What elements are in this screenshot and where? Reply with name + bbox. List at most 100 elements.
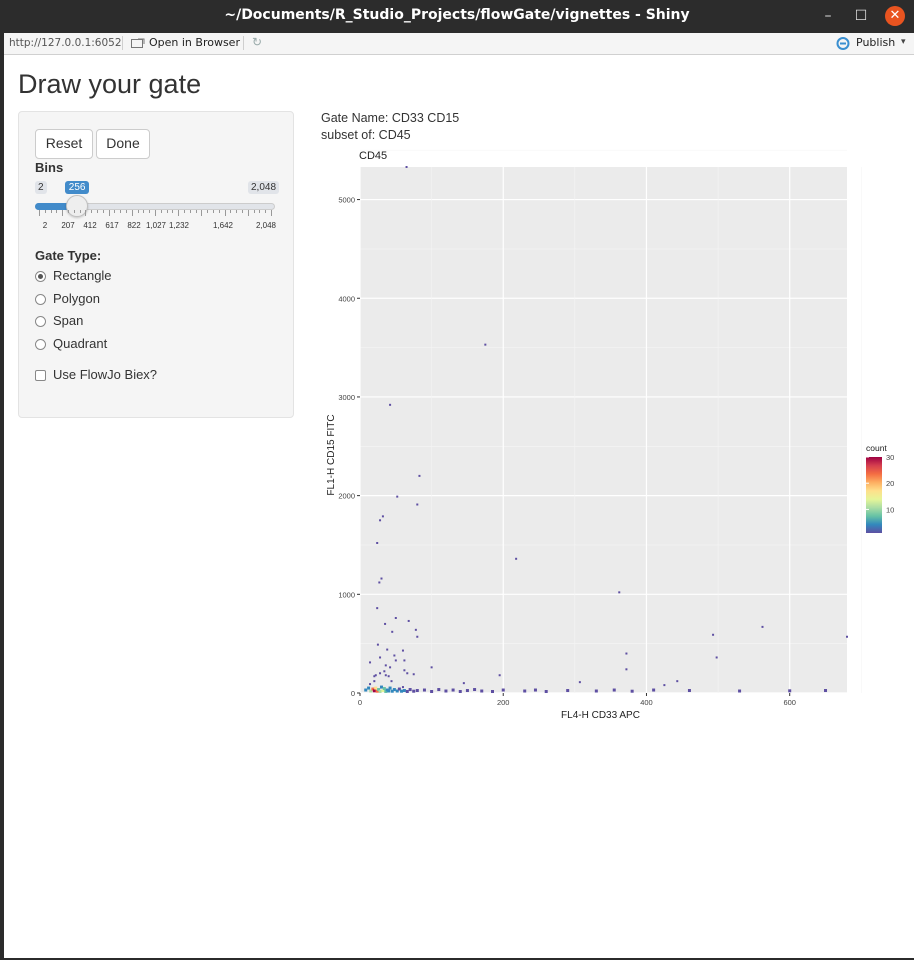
close-icon[interactable]: ✕	[885, 6, 905, 26]
data-point	[687, 689, 691, 693]
data-point	[523, 689, 527, 693]
biex-checkbox[interactable]	[35, 370, 46, 381]
data-point	[394, 659, 397, 662]
radio-label: Quadrant	[53, 336, 108, 351]
data-point	[408, 688, 412, 692]
data-point	[379, 656, 382, 659]
data-point	[415, 689, 419, 693]
slider-tick	[230, 210, 232, 213]
slider-tick	[242, 210, 243, 213]
bins-min-badge: 2	[35, 181, 47, 194]
data-point	[405, 166, 408, 168]
data-point	[384, 622, 387, 625]
data-point	[430, 666, 433, 669]
data-point	[788, 689, 792, 693]
bins-label: Bins	[35, 160, 64, 175]
slider-tick	[271, 210, 272, 216]
data-point	[391, 630, 394, 633]
chevron-down-icon[interactable]: ▾	[901, 36, 906, 47]
slider-tick	[85, 210, 87, 216]
slider-tick	[195, 210, 197, 213]
slider-tick	[160, 210, 162, 213]
slider-tick	[50, 210, 52, 213]
slider-tick	[114, 210, 116, 213]
x-axis-label: FL4-H CD33 APC	[561, 710, 640, 721]
data-point	[418, 474, 421, 477]
data-point	[373, 680, 376, 683]
gate-plot[interactable]: 0 1000 2000 3000 4000 5000 0 200 400 600 CD45 FL…	[320, 147, 900, 727]
x-axis-ticks: 0 200 400 600	[358, 693, 796, 707]
slider-tick	[166, 210, 168, 213]
data-point	[480, 689, 484, 693]
radio-button[interactable]	[35, 339, 46, 350]
slider-tick	[236, 210, 238, 213]
slider-tick-label: 1,642	[212, 221, 234, 230]
slider-tick	[155, 210, 156, 216]
window-title: ~/Documents/R_Studio_Projects/flowGate/v…	[224, 7, 690, 23]
legend-tick-label: 10	[886, 505, 894, 514]
plot-panel[interactable]	[360, 167, 847, 693]
data-point	[367, 686, 371, 690]
slider-tick-label: 2	[42, 221, 48, 230]
open-in-browser-link[interactable]: Open in Browser	[149, 36, 240, 49]
data-point	[444, 689, 448, 693]
slider-tick	[108, 210, 110, 216]
x-tick-label: 600	[783, 698, 796, 707]
slider-tick	[62, 210, 64, 216]
data-point	[407, 619, 410, 622]
slider-tick	[149, 210, 151, 213]
legend-tick-label: 30	[886, 453, 894, 462]
slider-tick	[73, 210, 75, 213]
slider-tick	[79, 210, 81, 213]
toolbar-divider	[122, 36, 123, 50]
slider-tick-label: 2,048	[255, 221, 277, 230]
y-tick-label: 4000	[338, 294, 355, 303]
maximize-icon[interactable]: ☐	[851, 6, 871, 26]
slider-tick	[137, 210, 139, 213]
data-point	[652, 688, 656, 692]
slider-tick	[253, 210, 255, 213]
minimize-icon[interactable]: –	[818, 6, 838, 26]
slider-tick	[265, 210, 267, 213]
slider-tick	[120, 210, 122, 213]
data-point	[403, 669, 406, 672]
data-point	[394, 616, 397, 619]
radio-button[interactable]	[35, 316, 46, 327]
data-point	[389, 666, 392, 669]
slider-tick	[131, 210, 133, 216]
data-point	[501, 688, 505, 692]
data-point	[396, 495, 399, 498]
slider-tick-label: 822	[127, 221, 141, 230]
slider-tick-label: 412	[83, 221, 97, 230]
url-text[interactable]: http://127.0.0.1:6052	[9, 37, 122, 49]
radio-button[interactable]	[35, 271, 46, 282]
data-point	[846, 635, 848, 638]
radio-button[interactable]	[35, 294, 46, 305]
slider-tick	[184, 210, 185, 213]
window-titlebar: ~/Documents/R_Studio_Projects/flowGate/v…	[0, 0, 914, 33]
data-point	[451, 688, 455, 692]
data-point	[379, 685, 383, 689]
open-browser-icon[interactable]	[131, 38, 145, 49]
data-point	[379, 519, 382, 522]
slider-tick-label: 207	[61, 221, 75, 230]
done-button[interactable]: Done	[96, 129, 150, 159]
data-point	[618, 591, 621, 594]
page-title: Draw your gate	[18, 69, 202, 99]
publish-icon[interactable]	[836, 37, 850, 50]
data-point	[393, 654, 396, 657]
data-point	[715, 656, 718, 659]
slider-tick	[218, 210, 220, 213]
slider-tick	[224, 210, 226, 216]
data-point	[387, 675, 390, 678]
reset-button[interactable]: Reset	[35, 129, 93, 159]
data-point	[422, 688, 426, 692]
refresh-icon[interactable]: ↻	[252, 35, 262, 49]
publish-button[interactable]: Publish	[856, 36, 895, 49]
x-tick-label: 400	[640, 698, 653, 707]
data-point	[824, 689, 828, 693]
legend-title: count	[866, 443, 887, 453]
radio-label: Span	[53, 313, 84, 328]
data-point	[374, 686, 378, 690]
data-point	[416, 635, 419, 638]
